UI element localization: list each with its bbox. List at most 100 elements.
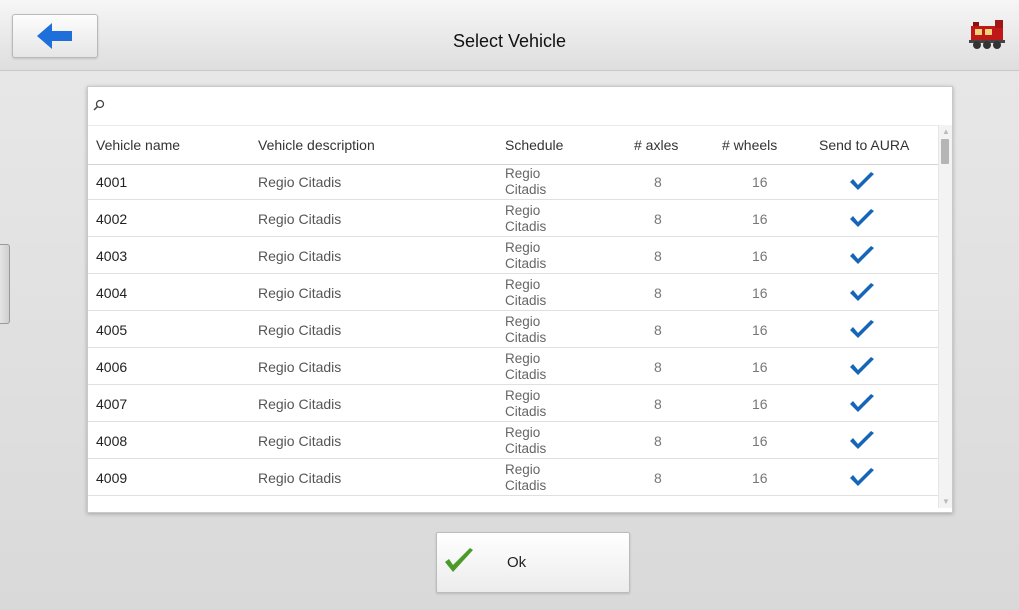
vertical-scrollbar[interactable]: ▲ ▼ — [938, 125, 952, 508]
schedule: Regio Citadis — [505, 462, 575, 494]
checkmark-icon[interactable] — [849, 320, 875, 340]
schedule-line-1: Regio — [505, 351, 541, 366]
schedule: Regio Citadis — [505, 240, 575, 272]
axles-count: 8 — [654, 211, 662, 227]
green-checkmark-icon — [445, 548, 473, 572]
table-body: 4001 Regio Citadis Regio Citadis 8 16 400… — [88, 163, 938, 506]
search-bar — [88, 87, 952, 125]
column-header-vehicle-name[interactable]: Vehicle name — [96, 137, 180, 153]
schedule-line-2: Citadis — [505, 219, 547, 234]
vehicle-name: 4008 — [96, 433, 128, 449]
vehicle-name: 4003 — [96, 248, 128, 264]
axles-count: 8 — [654, 470, 662, 486]
axles-count: 8 — [654, 248, 662, 264]
axles-count: 8 — [654, 359, 662, 375]
schedule-line-2: Citadis — [505, 330, 547, 345]
wheels-count: 16 — [752, 433, 768, 449]
search-icon — [93, 99, 105, 111]
schedule-line-1: Regio — [505, 462, 541, 477]
scroll-down-arrow-icon[interactable]: ▼ — [942, 497, 950, 506]
vehicle-name: 4007 — [96, 396, 128, 412]
table-row[interactable]: 4009 Regio Citadis Regio Citadis 8 16 — [88, 459, 938, 496]
wheels-count: 16 — [752, 359, 768, 375]
table-row[interactable]: 4006 Regio Citadis Regio Citadis 8 16 — [88, 348, 938, 385]
schedule-line-1: Regio — [505, 388, 541, 403]
vehicle-description: Regio Citadis — [258, 359, 342, 375]
checkmark-icon[interactable] — [849, 431, 875, 451]
vehicle-name: 4001 — [96, 174, 128, 190]
checkmark-icon[interactable] — [849, 394, 875, 414]
vehicle-description: Regio Citadis — [258, 322, 342, 338]
schedule: Regio Citadis — [505, 203, 575, 235]
schedule-line-1: Regio — [505, 277, 541, 292]
scrollbar-thumb[interactable] — [941, 139, 949, 164]
table-header: Vehicle name Vehicle description Schedul… — [88, 125, 938, 165]
side-panel-handle[interactable] — [0, 244, 10, 324]
wheels-count: 16 — [752, 285, 768, 301]
search-input[interactable] — [108, 93, 932, 119]
schedule-line-1: Regio — [505, 240, 541, 255]
vehicle-description: Regio Citadis — [258, 248, 342, 264]
vehicle-description: Regio Citadis — [258, 433, 342, 449]
wheels-count: 16 — [752, 211, 768, 227]
checkmark-icon[interactable] — [849, 468, 875, 488]
ok-button-label: Ok — [507, 554, 527, 571]
schedule: Regio Citadis — [505, 277, 575, 309]
table-row[interactable]: 4008 Regio Citadis Regio Citadis 8 16 — [88, 422, 938, 459]
table-row[interactable]: 4007 Regio Citadis Regio Citadis 8 16 — [88, 385, 938, 422]
table-row[interactable]: 4002 Regio Citadis Regio Citadis 8 16 — [88, 200, 938, 237]
column-header-send-to-aura[interactable]: Send to AURA — [819, 137, 909, 153]
table-row[interactable]: 4003 Regio Citadis Regio Citadis 8 16 — [88, 237, 938, 274]
schedule-line-1: Regio — [505, 203, 541, 218]
vehicle-description: Regio Citadis — [258, 211, 342, 227]
schedule: Regio Citadis — [505, 166, 575, 198]
table-row[interactable]: 4004 Regio Citadis Regio Citadis 8 16 — [88, 274, 938, 311]
checkmark-icon[interactable] — [849, 357, 875, 377]
wheels-count: 16 — [752, 322, 768, 338]
schedule-line-2: Citadis — [505, 404, 547, 419]
column-header-schedule[interactable]: Schedule — [505, 137, 563, 153]
axles-count: 8 — [654, 174, 662, 190]
schedule-line-2: Citadis — [505, 256, 547, 271]
wheels-count: 16 — [752, 174, 768, 190]
schedule: Regio Citadis — [505, 425, 575, 457]
schedule-line-1: Regio — [505, 166, 541, 181]
schedule: Regio Citadis — [505, 351, 575, 383]
top-bar: Select Vehicle — [0, 0, 1019, 71]
vehicle-list-panel: Vehicle name Vehicle description Schedul… — [87, 86, 953, 513]
schedule-line-2: Citadis — [505, 367, 547, 382]
schedule-line-2: Citadis — [505, 293, 547, 308]
axles-count: 8 — [654, 396, 662, 412]
column-header-vehicle-description[interactable]: Vehicle description — [258, 137, 375, 153]
schedule-line-1: Regio — [505, 425, 541, 440]
schedule-line-2: Citadis — [505, 182, 547, 197]
column-header-wheels[interactable]: # wheels — [722, 137, 777, 153]
schedule-line-2: Citadis — [505, 441, 547, 456]
vehicle-description: Regio Citadis — [258, 174, 342, 190]
wheels-count: 16 — [752, 396, 768, 412]
vehicle-description: Regio Citadis — [258, 285, 342, 301]
wheels-count: 16 — [752, 248, 768, 264]
vehicle-name: 4002 — [96, 211, 128, 227]
column-header-axles[interactable]: # axles — [634, 137, 678, 153]
schedule-line-2: Citadis — [505, 478, 547, 493]
vehicle-description: Regio Citadis — [258, 470, 342, 486]
scroll-up-arrow-icon[interactable]: ▲ — [942, 127, 950, 136]
axles-count: 8 — [654, 322, 662, 338]
vehicle-description: Regio Citadis — [258, 396, 342, 412]
wheels-count: 16 — [752, 470, 768, 486]
vehicle-name: 4004 — [96, 285, 128, 301]
checkmark-icon[interactable] — [849, 172, 875, 192]
ok-button[interactable]: Ok — [436, 532, 630, 593]
vehicle-name: 4009 — [96, 470, 128, 486]
schedule: Regio Citadis — [505, 388, 575, 420]
train-icon — [969, 20, 1005, 49]
table-row[interactable]: 4005 Regio Citadis Regio Citadis 8 16 — [88, 311, 938, 348]
vehicle-name: 4005 — [96, 322, 128, 338]
checkmark-icon[interactable] — [849, 246, 875, 266]
page-title: Select Vehicle — [452, 31, 567, 51]
schedule: Regio Citadis — [505, 314, 575, 346]
table-row[interactable]: 4001 Regio Citadis Regio Citadis 8 16 — [88, 163, 938, 200]
checkmark-icon[interactable] — [849, 209, 875, 229]
checkmark-icon[interactable] — [849, 283, 875, 303]
